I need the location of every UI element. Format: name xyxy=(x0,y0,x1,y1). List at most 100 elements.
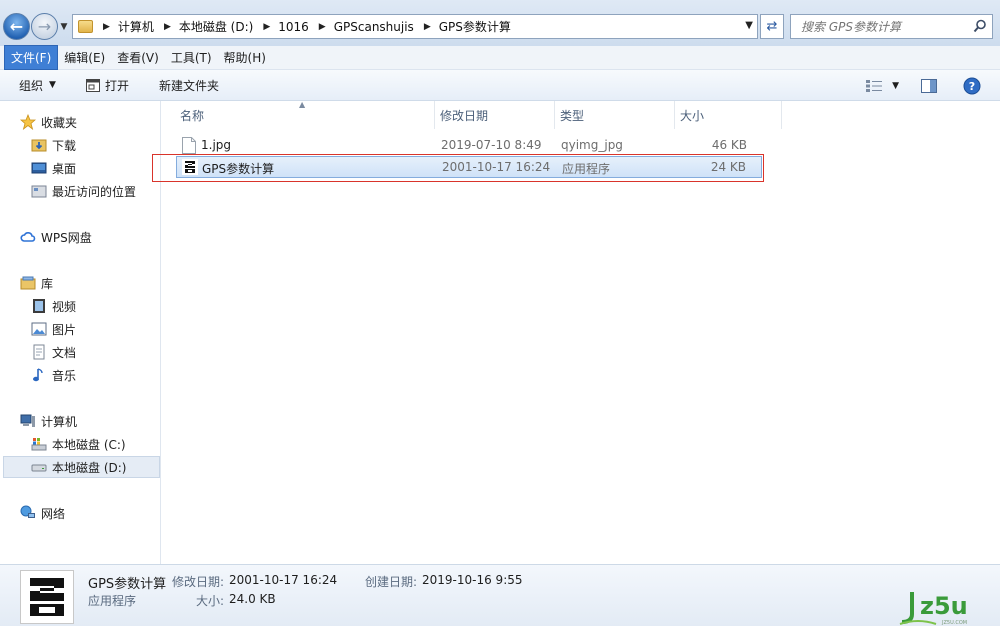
nav-label: 文档 xyxy=(52,345,77,360)
nav-label: 桌面 xyxy=(52,161,77,176)
column-header-name[interactable]: 名称 xyxy=(162,101,435,129)
nav-wps-cloud[interactable]: WPS网盘 xyxy=(20,227,92,247)
refresh-button[interactable]: ⇄ xyxy=(760,14,784,39)
nav-drive-c[interactable]: 本地磁盘 (C:) xyxy=(31,434,126,454)
library-icon xyxy=(20,275,36,291)
column-label: 修改日期 xyxy=(440,108,489,123)
menu-help[interactable]: 帮助(H) xyxy=(218,46,272,69)
menu-tools[interactable]: 工具(T) xyxy=(165,46,218,69)
computer-icon xyxy=(20,413,36,429)
organize-button[interactable]: 组织 ▼ xyxy=(19,77,56,94)
nav-computer[interactable]: 计算机 xyxy=(20,411,77,431)
jz5u-logo: z5u JZ5U.COM xyxy=(899,592,968,626)
chevron-down-icon: ▼ xyxy=(49,80,56,90)
file-size: 46 KB xyxy=(711,138,747,152)
file-date: 2001-10-17 16:24 xyxy=(442,160,551,174)
address-bar[interactable]: ▶ 计算机 ▶ 本地磁盘 (D:) ▶ 1016 ▶ GPScanshujis … xyxy=(72,14,758,39)
nav-label: 计算机 xyxy=(41,414,78,429)
nav-recent-places[interactable]: 最近访问的位置 xyxy=(31,181,136,201)
downloads-folder-icon xyxy=(31,137,47,153)
breadcrumb-1016[interactable]: 1016 xyxy=(278,20,309,34)
back-arrow-icon: ← xyxy=(9,17,24,36)
nav-music[interactable]: 音乐 xyxy=(31,365,76,385)
column-header-date[interactable]: 修改日期 xyxy=(435,101,555,129)
breadcrumb: ▶ 计算机 ▶ 本地磁盘 (D:) ▶ 1016 ▶ GPScanshujis … xyxy=(93,18,511,35)
nav-desktop[interactable]: 桌面 xyxy=(31,158,76,178)
address-history-dropdown[interactable]: ▼ xyxy=(745,20,753,31)
open-button[interactable]: 打开 xyxy=(85,77,129,94)
detail-file-name: GPS参数计算 xyxy=(88,577,167,592)
menu-file[interactable]: 文件(F) xyxy=(4,45,59,70)
breadcrumb-gps-calc[interactable]: GPS参数计算 xyxy=(439,18,511,35)
drive-icon xyxy=(31,459,47,475)
nav-label: 本地磁盘 (C:) xyxy=(52,437,126,452)
search-input[interactable] xyxy=(801,19,961,34)
menu-view[interactable]: 查看(V) xyxy=(111,46,165,69)
nav-label: 下载 xyxy=(52,138,77,153)
file-row[interactable]: GPS参数计算 2001-10-17 16:24 应用程序 24 KB xyxy=(176,156,762,178)
column-header-size[interactable]: 大小 xyxy=(675,101,782,129)
view-dropdown[interactable]: ▼ xyxy=(892,81,899,91)
nav-drive-d[interactable]: 本地磁盘 (D:) xyxy=(3,456,160,478)
new-folder-label: 新建文件夹 xyxy=(158,78,219,93)
recent-pages-dropdown[interactable]: ▼ xyxy=(59,22,69,32)
nav-label: 视频 xyxy=(52,299,77,314)
search-icon[interactable] xyxy=(973,19,987,33)
file-thumbnail xyxy=(20,570,74,624)
new-folder-button[interactable]: 新建文件夹 xyxy=(159,77,219,94)
nav-label: WPS网盘 xyxy=(41,230,92,245)
nav-downloads[interactable]: 下载 xyxy=(31,135,76,155)
picture-icon xyxy=(31,321,47,337)
video-icon xyxy=(31,298,47,314)
nav-pictures[interactable]: 图片 xyxy=(31,319,76,339)
svg-text:JZ5U.COM: JZ5U.COM xyxy=(941,620,967,626)
watermark-logo: z5u JZ5U.COM xyxy=(898,588,998,626)
column-header-type[interactable]: 类型 xyxy=(555,101,675,129)
nav-network[interactable]: 网络 xyxy=(20,503,65,523)
open-label: 打开 xyxy=(104,78,129,93)
column-label: 大小 xyxy=(680,108,705,123)
breadcrumb-drive-d[interactable]: 本地磁盘 (D:) xyxy=(179,18,253,35)
gps-app-icon xyxy=(30,578,64,616)
nav-libraries[interactable]: 库 xyxy=(20,273,53,293)
forward-button[interactable]: → xyxy=(31,13,58,40)
address-row: ← → ▼ ▶ 计算机 ▶ 本地磁盘 (D:) ▶ 1016 ▶ GPScans… xyxy=(0,0,1000,46)
back-button[interactable]: ← xyxy=(3,13,30,40)
file-list: ▲ 名称 修改日期 类型 大小 1.jpg 2019-07-10 8:49 qy… xyxy=(152,100,1000,564)
nav-favorites[interactable]: 收藏夹 xyxy=(20,112,77,132)
chevron-right-icon[interactable]: ▶ xyxy=(263,22,270,32)
nav-label: 最近访问的位置 xyxy=(52,184,137,199)
search-box[interactable] xyxy=(790,14,993,39)
detail-created-label: 创建日期: xyxy=(365,575,418,589)
gps-app-icon xyxy=(182,159,198,175)
breadcrumb-computer[interactable]: 计算机 xyxy=(118,18,154,35)
menu-edit[interactable]: 编辑(E) xyxy=(58,46,111,69)
chevron-right-icon[interactable]: ▶ xyxy=(319,22,326,32)
chevron-right-icon[interactable]: ▶ xyxy=(103,22,110,32)
nav-documents[interactable]: 文档 xyxy=(31,342,76,362)
file-type: 应用程序 xyxy=(562,162,611,176)
nav-videos[interactable]: 视频 xyxy=(31,296,76,316)
nav-label: 音乐 xyxy=(52,368,77,383)
music-icon xyxy=(31,367,47,383)
chevron-right-icon[interactable]: ▶ xyxy=(164,22,171,32)
nav-label: 本地磁盘 (D:) xyxy=(52,460,127,475)
breadcrumb-gpscanshujis[interactable]: GPScanshujis xyxy=(334,20,414,34)
desktop-icon xyxy=(31,160,47,176)
chevron-right-icon[interactable]: ▶ xyxy=(424,22,431,32)
star-icon xyxy=(20,114,36,130)
document-icon xyxy=(31,344,47,360)
svg-text:z5u: z5u xyxy=(920,592,968,620)
toolbar-right: ▼ ? xyxy=(866,70,1000,101)
detail-file-kind: 应用程序 xyxy=(88,594,137,608)
svg-text:?: ? xyxy=(969,80,975,93)
detail-created-value: 2019-10-16 9:55 xyxy=(422,573,523,587)
preview-pane-icon[interactable] xyxy=(921,78,937,93)
help-icon[interactable]: ? xyxy=(963,77,981,95)
detail-size-label: 大小: xyxy=(196,594,225,608)
view-options-icon[interactable] xyxy=(866,79,883,92)
file-icon xyxy=(182,137,196,154)
nav-label: 收藏夹 xyxy=(41,115,78,130)
nav-label: 库 xyxy=(41,276,54,291)
detail-modified-label: 修改日期: xyxy=(172,575,225,589)
